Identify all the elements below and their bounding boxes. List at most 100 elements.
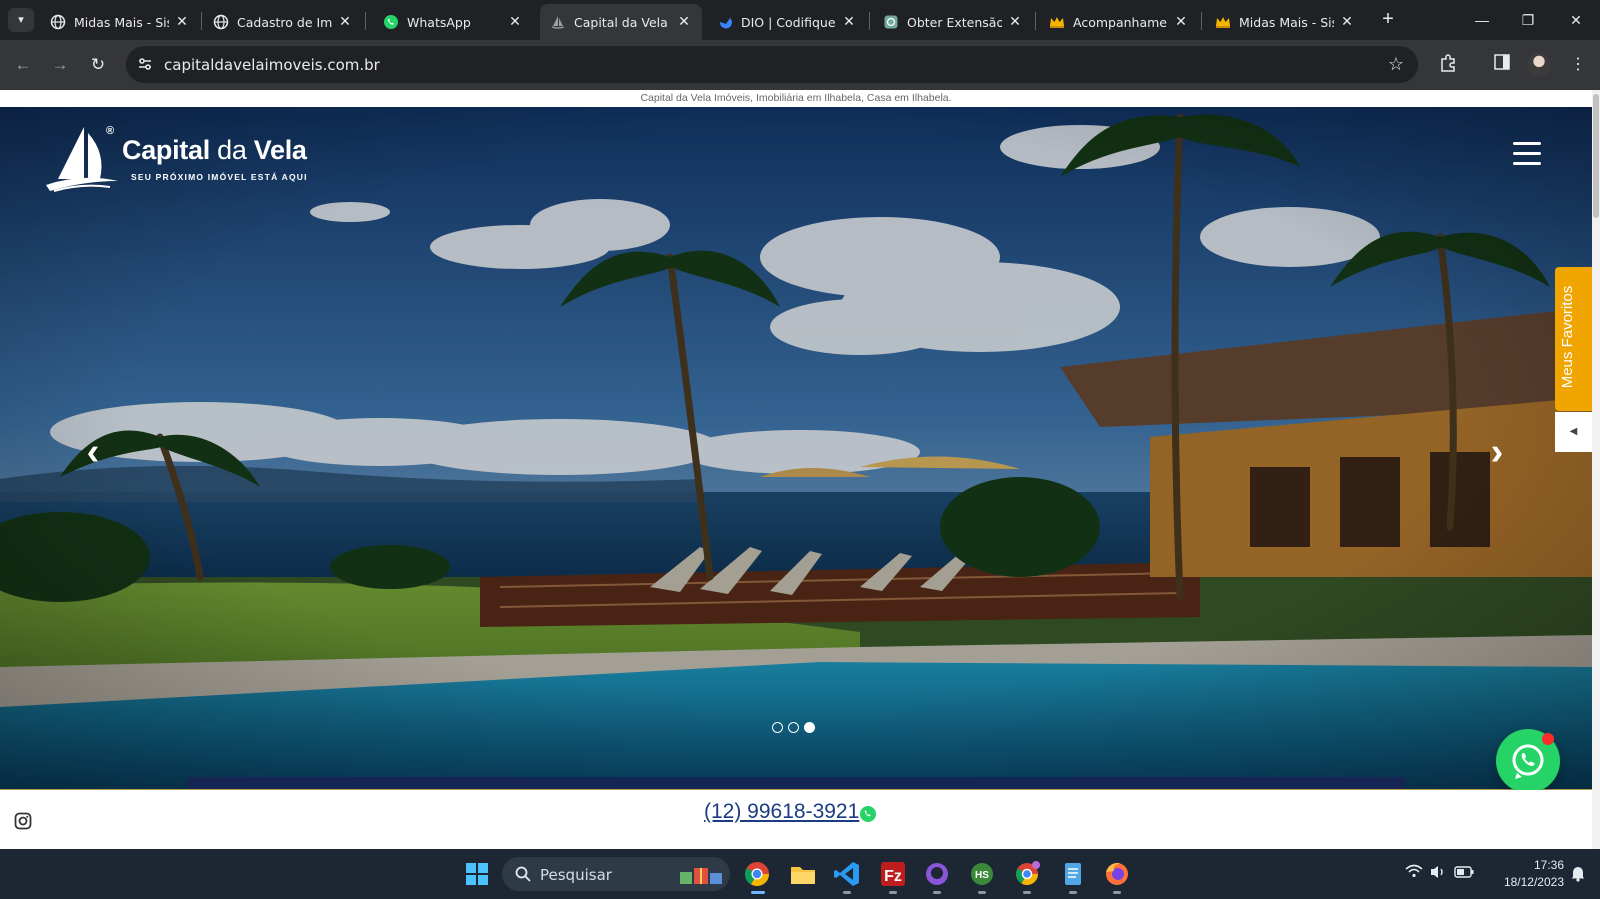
logo-word-capital: Capital	[122, 135, 210, 165]
logo-word-vela: Vela	[253, 135, 307, 165]
tab-title: Cadastro de Imó	[237, 15, 332, 30]
favorites-toggle-arrow-icon[interactable]: ◀	[1555, 412, 1592, 452]
file-explorer-icon[interactable]	[786, 857, 820, 891]
heidisql-icon[interactable]: HS	[965, 857, 999, 894]
windows-taskbar: Pesquisar Fz HS 17:36 18/12/2023	[0, 849, 1600, 899]
search-placeholder: Pesquisar	[540, 866, 612, 884]
slider-prev-arrow[interactable]: ‹	[80, 432, 106, 472]
side-panel-icon[interactable]	[1490, 53, 1514, 77]
scrollbar-thumb[interactable]	[1593, 94, 1599, 218]
volume-icon[interactable]	[1428, 864, 1448, 884]
taskbar-search[interactable]: Pesquisar	[502, 857, 730, 891]
clock-date: 18/12/2023	[1503, 875, 1564, 889]
seo-text: Capital da Vela Imóveis, Imobiliária em …	[640, 92, 952, 104]
notepad-icon[interactable]	[1056, 857, 1090, 894]
crown-icon	[1216, 17, 1230, 28]
slider-dots	[772, 721, 820, 735]
tab-title: Midas Mais - Sist	[1239, 15, 1334, 30]
chrome-taskbar-icon[interactable]	[740, 857, 774, 894]
hero-photo	[0, 107, 1592, 790]
whatsapp-small-icon[interactable]	[859, 805, 877, 823]
tab-midas-mais-2[interactable]: Midas Mais - Sist ✕	[1205, 4, 1365, 40]
address-bar[interactable]: capitaldavelaimoveis.com.br ☆	[126, 46, 1418, 83]
search-highlight-gifts-icon	[680, 868, 722, 884]
browser-menu-icon[interactable]: ⋮	[1566, 53, 1590, 77]
browser-toolbar: ← → ↻ capitaldavelaimoveis.com.br ☆ ⋮	[0, 40, 1600, 90]
tab-separator	[201, 12, 202, 30]
close-tab-icon[interactable]: ✕	[1173, 13, 1189, 29]
tab-midas-mais-1[interactable]: Midas Mais - Sist ✕	[40, 4, 200, 40]
svg-text:HS: HS	[975, 870, 989, 881]
tab-separator	[1201, 12, 1202, 30]
firefox-icon[interactable]	[1100, 857, 1134, 894]
svg-text:Fz: Fz	[884, 868, 902, 885]
reload-button[interactable]: ↻	[85, 52, 111, 78]
restore-button[interactable]: ❐	[1508, 6, 1548, 34]
favorites-tab[interactable]: Meus Favoritos	[1555, 267, 1592, 411]
tab-obter-extensao[interactable]: Obter Extensão ✕	[873, 4, 1033, 40]
tab-title: Obter Extensão	[907, 15, 1002, 30]
filezilla-icon[interactable]: Fz	[876, 857, 910, 894]
registered-mark: ®	[106, 125, 115, 137]
close-tab-icon[interactable]: ✕	[507, 13, 523, 29]
close-tab-icon[interactable]: ✕	[174, 13, 190, 29]
page-viewport: Capital da Vela Imóveis, Imobiliária em …	[0, 90, 1592, 849]
tab-title: Capital da Vela Ir	[574, 15, 669, 30]
tab-title: Midas Mais - Sist	[74, 15, 169, 30]
profile-avatar[interactable]	[1527, 53, 1551, 77]
tab-title: Acompanhamen	[1073, 15, 1168, 30]
slider-next-arrow[interactable]: ›	[1484, 432, 1510, 472]
notification-dot	[1542, 733, 1554, 745]
whatsapp-icon	[384, 15, 398, 29]
close-tab-icon[interactable]: ✕	[676, 13, 692, 29]
sailboat-icon	[551, 16, 565, 29]
extension-icon	[884, 15, 898, 29]
url-text: capitaldavelaimoveis.com.br	[164, 56, 380, 74]
favorites-label: Meus Favoritos	[1559, 285, 1576, 389]
new-tab-button[interactable]: +	[1376, 8, 1400, 32]
vscode-icon[interactable]	[830, 857, 864, 894]
github-desktop-icon[interactable]	[920, 857, 954, 894]
system-clock[interactable]: 17:36 18/12/2023	[1486, 857, 1564, 891]
chrome-profile-taskbar-icon[interactable]	[1010, 857, 1044, 894]
forward-button[interactable]: →	[47, 52, 73, 78]
tab-acompanhamento[interactable]: Acompanhamen ✕	[1039, 4, 1199, 40]
bookmark-star-icon[interactable]: ☆	[1386, 54, 1406, 74]
search-icon	[515, 866, 531, 882]
tab-separator	[869, 12, 870, 30]
back-button[interactable]: ←	[10, 52, 36, 78]
tab-cadastro[interactable]: Cadastro de Imó ✕	[203, 4, 363, 40]
slider-dot-3[interactable]	[804, 722, 815, 733]
contact-bar: (12) 99618-3921	[0, 790, 1592, 849]
close-window-button[interactable]: ✕	[1556, 6, 1596, 34]
notifications-bell-icon[interactable]	[1568, 864, 1588, 884]
tab-whatsapp[interactable]: WhatsApp ✕	[373, 4, 533, 40]
globe-icon	[50, 14, 66, 30]
dio-icon	[719, 18, 732, 29]
windows-start-icon[interactable]	[460, 857, 494, 891]
instagram-icon[interactable]	[14, 812, 32, 830]
close-tab-icon[interactable]: ✕	[1339, 13, 1355, 29]
extensions-icon[interactable]	[1436, 53, 1460, 77]
phone-link[interactable]: (12) 99618-3921	[704, 800, 859, 824]
slider-dot-1[interactable]	[772, 722, 783, 733]
site-logo[interactable]: Capital da Vela ® SEU PRÓXIMO IMÓVEL EST…	[44, 123, 324, 195]
whatsapp-float-button[interactable]	[1496, 729, 1560, 790]
close-tab-icon[interactable]: ✕	[841, 13, 857, 29]
minimize-button[interactable]: —	[1462, 6, 1502, 34]
close-tab-icon[interactable]: ✕	[337, 13, 353, 29]
clock-time: 17:36	[1533, 858, 1564, 872]
page-scrollbar[interactable]	[1592, 90, 1600, 849]
globe-icon	[213, 14, 229, 30]
wifi-icon[interactable]	[1404, 864, 1424, 884]
tab-dio[interactable]: DIO | Codifique o ✕	[707, 4, 867, 40]
battery-icon[interactable]	[1454, 864, 1474, 884]
hero-slider[interactable]: Capital da Vela ® SEU PRÓXIMO IMÓVEL EST…	[0, 107, 1592, 790]
slider-dot-2[interactable]	[788, 722, 799, 733]
logo-tagline: SEU PRÓXIMO IMÓVEL ESTÁ AQUI	[131, 172, 308, 182]
tab-capital-da-vela[interactable]: Capital da Vela Ir ✕	[540, 4, 702, 40]
menu-hamburger-icon[interactable]	[1513, 142, 1541, 166]
close-tab-icon[interactable]: ✕	[1007, 13, 1023, 29]
site-settings-icon[interactable]	[136, 55, 154, 73]
tab-search-button[interactable]: ▾	[8, 8, 34, 32]
